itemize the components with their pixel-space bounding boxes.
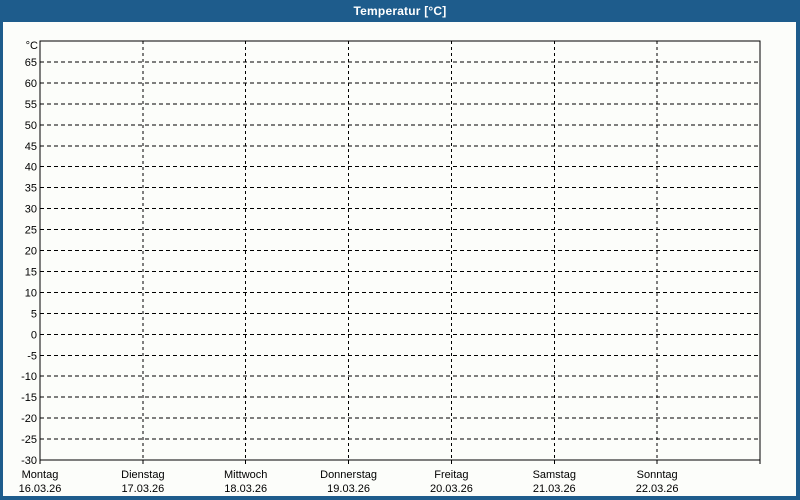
title-bar: Temperatur [°C] [0,0,800,22]
chart-content-area [3,22,796,496]
chart-title: Temperatur [°C] [353,4,447,18]
chart-window: Temperatur [°C] 65 60 55 50 45 40 35 30 25 20 15 10… [0,0,800,500]
